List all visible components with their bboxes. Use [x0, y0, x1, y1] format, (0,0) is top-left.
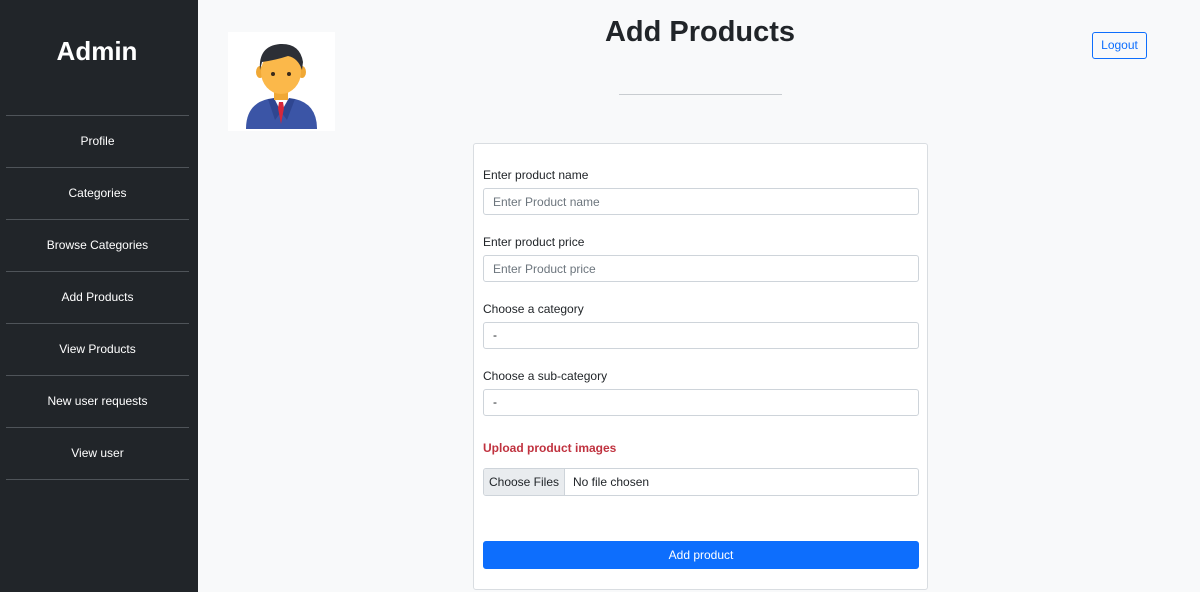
sidebar-item-add-products[interactable]: Add Products [6, 272, 189, 324]
subcategory-select[interactable]: - [483, 389, 919, 416]
product-name-input[interactable] [483, 188, 919, 215]
category-select[interactable]: - [483, 322, 919, 349]
file-status-text: No file chosen [573, 475, 650, 489]
sidebar-item-view-user[interactable]: View user [6, 428, 189, 480]
sidebar-brand: Admin [56, 36, 138, 66]
user-avatar-icon [228, 32, 335, 131]
product-name-label: Enter product name [483, 168, 589, 182]
add-product-form: Enter product name Enter product price C… [473, 143, 928, 590]
product-price-label: Enter product price [483, 235, 585, 249]
title-divider [619, 94, 782, 95]
sidebar: Admin Profile Categories Browse Categori… [0, 0, 198, 592]
sidebar-item-categories[interactable]: Categories [6, 168, 189, 220]
product-price-input[interactable] [483, 255, 919, 282]
category-label: Choose a category [483, 302, 584, 316]
sidebar-item-browse-categories[interactable]: Browse Categories [6, 220, 189, 272]
page-title: Add Products [604, 16, 796, 48]
logout-button[interactable]: Logout [1092, 32, 1147, 59]
add-product-button[interactable]: Add product [483, 541, 919, 569]
product-images-file-input[interactable]: Choose Files No file chosen [483, 468, 919, 496]
choose-files-button[interactable]: Choose Files [484, 469, 565, 495]
sidebar-item-view-products[interactable]: View Products [6, 324, 189, 376]
sidebar-nav: Profile Categories Browse Categories Add… [6, 115, 189, 480]
sidebar-item-new-user-requests[interactable]: New user requests [6, 376, 189, 428]
subcategory-label: Choose a sub-category [483, 369, 608, 383]
upload-images-label: Upload product images [483, 441, 617, 455]
sidebar-item-profile[interactable]: Profile [6, 116, 189, 168]
